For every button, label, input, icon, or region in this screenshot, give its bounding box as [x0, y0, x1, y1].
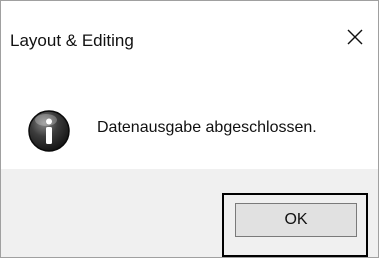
close-icon [347, 29, 363, 45]
close-button[interactable] [332, 18, 378, 56]
window-title: Layout & Editing [10, 31, 134, 50]
dialog-message: Datenausgabe abgeschlossen. [97, 119, 317, 136]
info-icon [28, 110, 70, 152]
message-dialog: Layout & Editing Datenausgabe abgeschlos… [0, 0, 379, 258]
dialog-content: Datenausgabe abgeschlossen. [1, 81, 378, 169]
title-bar: Layout & Editing [1, 1, 378, 81]
ok-button[interactable]: OK [235, 203, 357, 237]
button-bar: OK [1, 169, 378, 257]
